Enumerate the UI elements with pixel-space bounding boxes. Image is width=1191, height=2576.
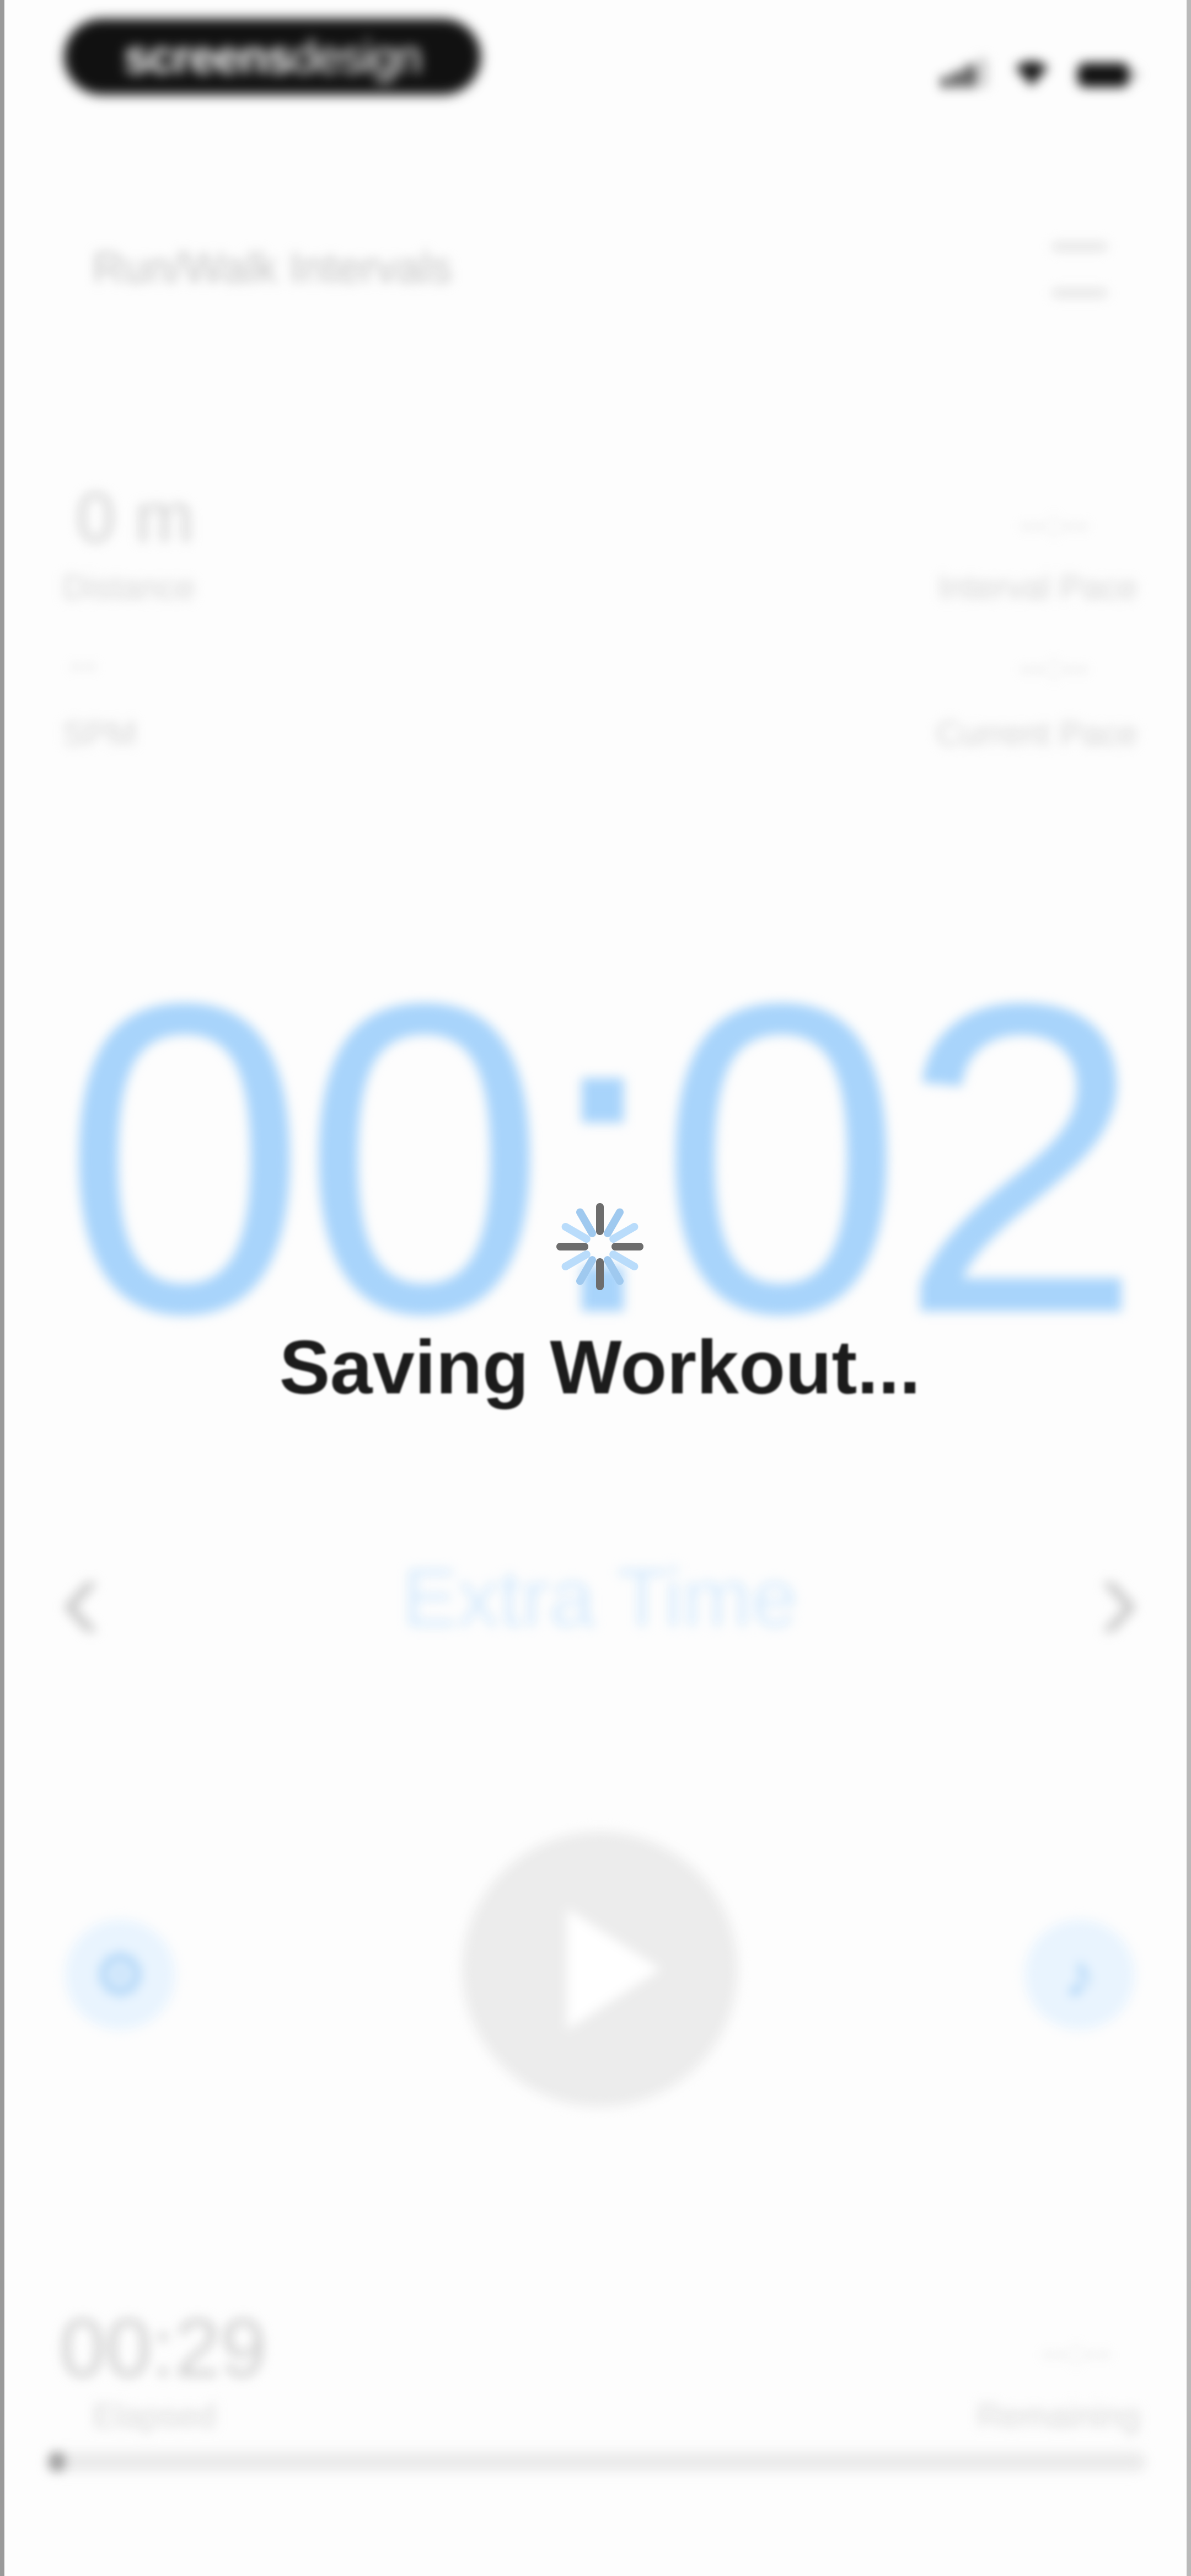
workout-title: Run/Walk Intervals — [93, 243, 452, 292]
remaining-label: Remaining — [977, 2397, 1140, 2435]
menu-icon[interactable] — [1052, 243, 1107, 335]
brand-light: design — [291, 31, 422, 83]
brand-bold: screens — [124, 31, 292, 83]
distance-value: 0 m — [76, 478, 194, 557]
current-pace-value: --:-- — [1021, 649, 1091, 686]
progress-fill — [49, 2452, 65, 2472]
wifi-icon — [1016, 61, 1048, 86]
brand-badge: screensdesign — [64, 19, 481, 95]
screen: screensdesign Run/Walk Intervals 0 m Dis… — [0, 0, 1191, 2576]
spinner-spoke — [576, 1256, 596, 1285]
music-note-icon: ♪ — [1064, 1941, 1095, 2009]
interval-label: Extra Time — [402, 1551, 798, 1644]
signal-icon — [942, 54, 986, 87]
spinner-spoke — [609, 1223, 639, 1243]
timer-display: 00:02 — [62, 912, 1144, 1405]
spinner-spoke — [576, 1208, 596, 1237]
saving-message: Saving Workout... — [279, 1325, 921, 1410]
spinner-spoke — [604, 1208, 624, 1237]
current-pace-label: Current Pace — [936, 715, 1138, 753]
settings-button[interactable]: ⚙ — [65, 1920, 175, 2030]
spinner-spoke — [609, 1250, 639, 1270]
elapsed-label: Elapsed — [93, 2397, 217, 2435]
gear-icon: ⚙ — [93, 1941, 148, 2009]
interval-pace-value: --:-- — [1021, 505, 1091, 542]
spm-label: SPM — [62, 715, 137, 753]
remaining-value: --:-- — [1043, 2334, 1113, 2371]
interval-pace-label: Interval Pace — [938, 569, 1138, 607]
distance-label: Distance — [62, 569, 196, 607]
play-button[interactable] — [462, 1831, 738, 2107]
spinner-spoke — [604, 1256, 624, 1285]
music-button[interactable]: ♪ — [1024, 1920, 1135, 2030]
chevron-right-icon[interactable]: › — [1098, 1533, 1140, 1660]
workout-progress-bar — [49, 2452, 1146, 2472]
play-icon — [567, 1909, 661, 2030]
spinner-spoke — [561, 1250, 591, 1270]
spinner-icon — [556, 1203, 643, 1290]
elapsed-value: 00:29 — [60, 2301, 267, 2394]
spm-value: -- — [71, 646, 99, 683]
status-icons — [942, 49, 1137, 87]
battery-icon — [1077, 63, 1137, 87]
spinner-spoke — [561, 1223, 591, 1243]
